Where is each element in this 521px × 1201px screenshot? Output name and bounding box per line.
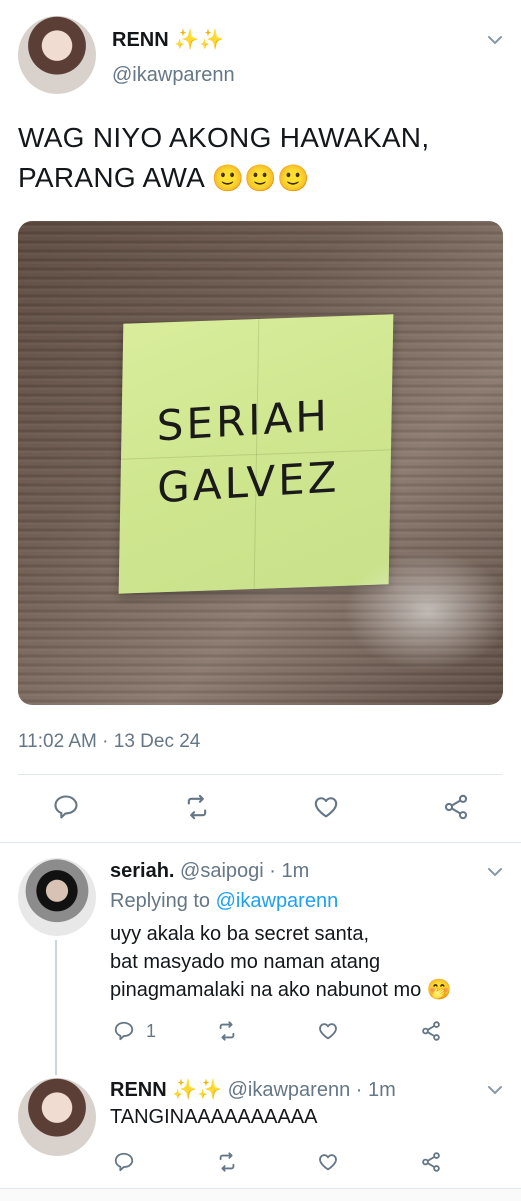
reply1-name: seriah. bbox=[110, 860, 175, 882]
reply1-line2: bat masyado mo naman atang bbox=[110, 951, 381, 973]
note-handwriting: SERIAH GALVEZ bbox=[156, 381, 387, 519]
replying-prefix: Replying to bbox=[110, 890, 216, 912]
reply1-header[interactable]: seriah. @saipogi · 1m bbox=[110, 860, 309, 883]
smile-emojis: 🙂🙂🙂 bbox=[211, 163, 310, 193]
replying-to: Replying to @ikawparenn bbox=[110, 890, 338, 913]
note-line2: GALVEZ bbox=[157, 452, 340, 513]
author-name[interactable]: RENN ✨✨ bbox=[112, 27, 224, 52]
reply1-line3: pinagmamalaki na ako nabunot mo 🤭 bbox=[110, 979, 452, 1001]
tweet-text-line2-wrap: PARANG AWA 🙂🙂🙂 bbox=[18, 158, 498, 198]
divider bbox=[0, 842, 521, 843]
reply1-text: uyy akala ko ba secret santa, bat masyad… bbox=[110, 920, 505, 1004]
author-name-text: RENN bbox=[112, 29, 169, 51]
thread-line bbox=[55, 940, 57, 1075]
sticky-note: SERIAH GALVEZ bbox=[118, 314, 394, 594]
reply-icon[interactable] bbox=[113, 1020, 135, 1042]
reply1-avatar[interactable] bbox=[18, 858, 96, 936]
chevron-down-icon[interactable] bbox=[487, 1082, 503, 1098]
tweet-text-line1: WAG NIYO AKONG HAWAKAN, bbox=[18, 122, 430, 153]
reply-icon[interactable] bbox=[52, 793, 80, 821]
author-handle[interactable]: @ikawparenn bbox=[112, 64, 235, 87]
reply1-handle-time: @saipogi · 1m bbox=[180, 860, 310, 882]
reply1-line1: uyy akala ko ba secret santa, bbox=[110, 923, 370, 945]
reply2-text: TANGINAAAAAAAAAA bbox=[110, 1106, 318, 1128]
tweet-photo[interactable]: SERIAH GALVEZ bbox=[18, 221, 503, 705]
like-icon[interactable] bbox=[312, 793, 340, 821]
tweet-text: WAG NIYO AKONG HAWAKAN, PARANG AWA 🙂🙂🙂 bbox=[18, 118, 498, 198]
tweet-timestamp[interactable]: 11:02 AM · 13 Dec 24 bbox=[18, 731, 200, 753]
chevron-down-icon[interactable] bbox=[487, 32, 503, 48]
share-icon[interactable] bbox=[420, 1151, 442, 1173]
divider bbox=[18, 774, 503, 775]
reply2-name: RENN bbox=[110, 1079, 167, 1101]
reply2-avatar[interactable] bbox=[18, 1078, 96, 1156]
chevron-down-icon[interactable] bbox=[487, 864, 503, 880]
retweet-icon[interactable] bbox=[216, 1151, 238, 1173]
share-icon[interactable] bbox=[420, 1020, 442, 1042]
sparkles-emoji: ✨✨ bbox=[172, 1079, 223, 1101]
sparkles-emoji: ✨✨ bbox=[174, 29, 225, 51]
replying-mention[interactable]: @ikawparenn bbox=[216, 890, 339, 912]
author-avatar[interactable] bbox=[18, 16, 96, 94]
tweet-text-line2: PARANG AWA bbox=[18, 162, 204, 193]
reply-icon[interactable] bbox=[113, 1151, 135, 1173]
reply-count: 1 bbox=[146, 1021, 157, 1041]
reply2-header[interactable]: RENN ✨✨ @ikawparenn · 1m bbox=[110, 1077, 396, 1102]
share-icon[interactable] bbox=[442, 793, 470, 821]
like-icon[interactable] bbox=[317, 1151, 339, 1173]
retweet-icon[interactable] bbox=[216, 1020, 238, 1042]
retweet-icon[interactable] bbox=[183, 793, 211, 821]
next-item-peek bbox=[0, 1188, 521, 1201]
like-icon[interactable] bbox=[317, 1020, 339, 1042]
reply2-handle-time: @ikawparenn · 1m bbox=[227, 1079, 396, 1101]
